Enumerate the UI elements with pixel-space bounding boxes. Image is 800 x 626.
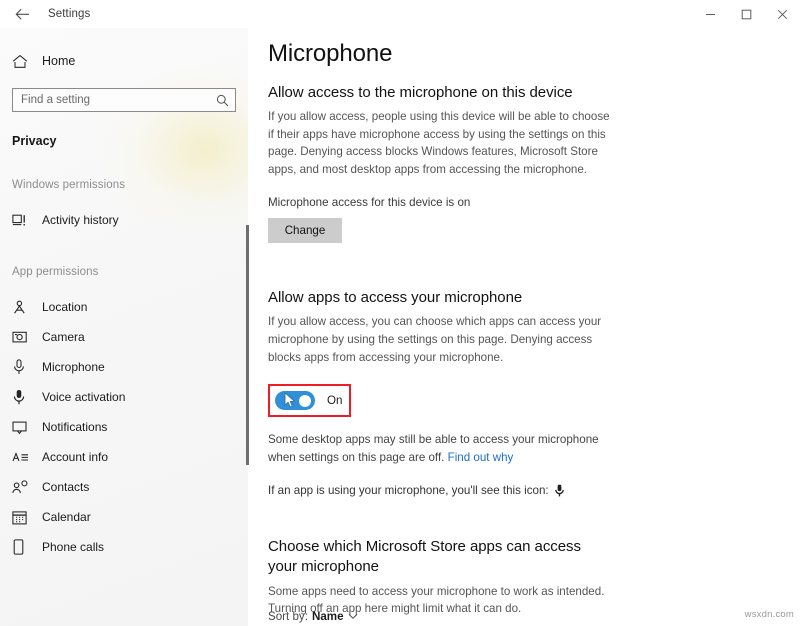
section-device-access: Allow access to the microphone on this d… [268, 84, 770, 244]
sidebar-item-label: Camera [42, 330, 85, 344]
search-icon [216, 94, 229, 107]
microphone-in-use-text: If an app is using your microphone, you'… [268, 484, 549, 498]
window-controls [692, 0, 800, 28]
search-box[interactable] [12, 88, 236, 112]
account-info-icon [12, 451, 38, 464]
back-arrow-icon [15, 8, 29, 20]
activity-history-icon [12, 213, 38, 227]
microphone-icon [12, 359, 38, 375]
close-button[interactable] [764, 0, 800, 28]
search-input[interactable] [21, 89, 216, 111]
sidebar-item-label: Calendar [42, 510, 91, 524]
change-button[interactable]: Change [268, 218, 342, 244]
toggle-knob [299, 394, 311, 407]
sidebar: Home Privacy Windows permissions [0, 28, 248, 626]
maximize-icon [741, 9, 751, 19]
sidebar-item-contacts[interactable]: Contacts [12, 472, 248, 502]
find-out-why-link[interactable]: Find out why [448, 451, 514, 464]
minimize-button[interactable] [692, 0, 728, 28]
phone-calls-icon [12, 539, 38, 555]
window-body: Home Privacy Windows permissions [0, 28, 800, 626]
location-icon [12, 300, 38, 315]
back-button[interactable] [0, 0, 44, 28]
sidebar-item-calendar[interactable]: Calendar [12, 502, 248, 532]
sidebar-item-label: Account info [42, 450, 109, 464]
sort-by-value: Name [311, 610, 344, 623]
content-padding: Microphone Allow access to the microphon… [248, 28, 800, 618]
camera-icon [12, 330, 38, 344]
section-store-heading: Choose which Microsoft Store apps can ac… [268, 538, 581, 575]
sidebar-item-label: Notifications [42, 420, 108, 434]
close-icon [777, 9, 787, 19]
sidebar-item-label: Activity history [42, 213, 119, 227]
sidebar-item-label: Contacts [42, 480, 90, 494]
notifications-icon [12, 420, 38, 435]
sidebar-item-home[interactable]: Home [12, 47, 248, 75]
calendar-icon [12, 510, 38, 525]
sidebar-scrollbar[interactable] [246, 225, 249, 465]
desktop-apps-note: Some desktop apps may still be able to a… [268, 431, 620, 466]
sort-by-control[interactable]: Sort by: Name [268, 609, 358, 624]
sidebar-home-label: Home [42, 54, 76, 68]
section-store-apps: Choose which Microsoft Store apps can ac… [268, 537, 770, 617]
mouse-cursor-icon [284, 392, 296, 409]
sidebar-inner: Home Privacy Windows permissions [0, 47, 248, 562]
microphone-in-use-note: If an app is using your microphone, you'… [268, 484, 770, 497]
watermark: wsxdn.com [744, 609, 794, 620]
section-device-heading: Allow access to the microphone on this d… [268, 84, 573, 101]
home-icon [12, 54, 38, 69]
page-title: Microphone [268, 40, 393, 67]
device-access-status: Microphone access for this device is on [268, 196, 471, 210]
sidebar-item-label: Voice activation [42, 390, 126, 404]
window-title: Settings [48, 8, 91, 20]
contacts-icon [12, 479, 38, 495]
chevron-down-icon [348, 610, 358, 623]
sidebar-item-microphone[interactable]: Microphone [12, 352, 248, 382]
section-device-body: If you allow access, people using this d… [268, 110, 610, 176]
section-apps-heading: Allow apps to access your microphone [268, 289, 523, 307]
sidebar-item-activity-history[interactable]: Activity history [12, 205, 248, 235]
sidebar-item-label: Microphone [42, 360, 105, 374]
desktop-apps-note-text: Some desktop apps may still be able to a… [268, 433, 599, 464]
section-apps-body: If you allow access, you can choose whic… [268, 315, 602, 364]
minimize-icon [705, 13, 715, 15]
main-content: Microphone Allow access to the microphon… [248, 28, 800, 626]
sidebar-item-label: Location [42, 300, 88, 314]
sidebar-item-phone-calls[interactable]: Phone calls [12, 532, 248, 562]
microphone-icon [554, 484, 564, 497]
toggle-state-label: On [327, 394, 343, 408]
settings-window: Settings Home Find a setting Privacy Win… [0, 0, 800, 626]
sidebar-item-camera[interactable]: Camera [12, 322, 248, 352]
sidebar-category-title: Privacy [12, 134, 57, 148]
sidebar-item-location[interactable]: Location [12, 292, 248, 322]
sidebar-item-voice-activation[interactable]: Voice activation [12, 382, 248, 412]
maximize-button[interactable] [728, 0, 764, 28]
title-bar: Settings [0, 0, 800, 28]
sidebar-group-windows-permissions: Windows permissions [12, 179, 126, 191]
voice-activation-icon [12, 389, 38, 405]
section-apps-access: Allow apps to access your microphone If … [268, 289, 770, 497]
allow-apps-microphone-toggle[interactable] [275, 391, 315, 411]
sort-by-label: Sort by: [268, 610, 308, 623]
allow-apps-microphone-toggle-highlight: On [268, 384, 352, 418]
sidebar-item-account-info[interactable]: Account info [12, 442, 248, 472]
sidebar-item-notifications[interactable]: Notifications [12, 412, 248, 442]
sidebar-item-label: Phone calls [42, 540, 105, 554]
sidebar-group-app-permissions: App permissions [12, 266, 99, 278]
